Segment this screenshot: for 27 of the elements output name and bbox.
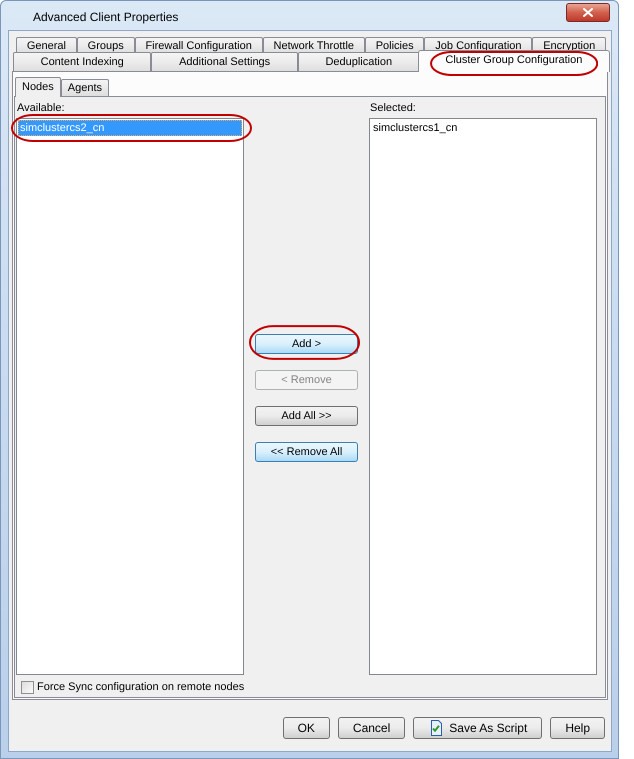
tab[interactable]: Nodes [15, 77, 61, 97]
transfer-button[interactable]: Add All >> [255, 406, 358, 426]
tab[interactable]: Content Indexing [13, 52, 152, 71]
dialog-button[interactable]: Save As Script [413, 717, 542, 739]
document-check-icon [428, 720, 444, 736]
list-label: Available: [16, 101, 66, 116]
checkbox[interactable] [21, 681, 34, 694]
tab[interactable]: Groups [76, 37, 135, 53]
tab[interactable]: General [16, 37, 77, 53]
tab[interactable]: Agents [60, 79, 110, 96]
transfer-button[interactable]: Add > [255, 334, 358, 354]
list-label: Selected: [369, 101, 417, 116]
dialog-button[interactable]: Cancel [338, 717, 406, 739]
close-icon [583, 8, 593, 17]
dialog-button[interactable]: Help [550, 717, 605, 739]
selected-list[interactable]: simclustercs1_cn [369, 118, 597, 675]
close-button[interactable] [566, 3, 610, 22]
checkbox-label: Force Sync configuration on remote nodes [37, 681, 244, 694]
tab[interactable]: Deduplication [298, 52, 420, 71]
tab[interactable]: Cluster Group Configuration [418, 50, 610, 72]
tab[interactable]: Policies [364, 37, 424, 53]
window-title: Advanced Client Properties [33, 10, 178, 24]
tab[interactable]: Firewall Configuration [134, 37, 263, 53]
tab[interactable]: Network Throttle [262, 37, 365, 53]
transfer-button[interactable]: << Remove All [255, 442, 358, 462]
tab[interactable]: Additional Settings [151, 52, 298, 71]
dialog-button[interactable]: OK [282, 717, 330, 739]
